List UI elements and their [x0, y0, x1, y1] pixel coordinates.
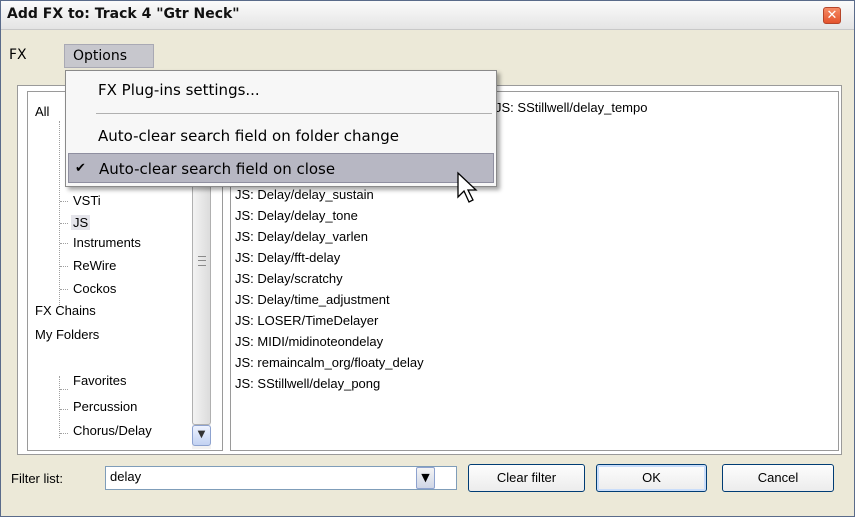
list-item[interactable]: JS: LOSER/TimeDelayer [235, 313, 378, 328]
tree-branch [60, 201, 68, 202]
tree-branch [60, 433, 68, 434]
filter-input[interactable]: delay [105, 466, 457, 490]
menu-item-autoclear-on-close[interactable]: ✔ Auto-clear search field on close [68, 153, 494, 183]
menu-item-label: Auto-clear search field on close [99, 160, 336, 178]
menu-item-label: Auto-clear search field on folder change [98, 127, 399, 145]
tree-item-instruments[interactable]: Instruments [73, 235, 141, 250]
scroll-down-button[interactable]: ▼ [192, 425, 211, 446]
chevron-down-icon: ▼ [197, 429, 206, 440]
tree-item-cockos[interactable]: Cockos [73, 281, 116, 296]
tree-item-vsti[interactable]: VSTi [73, 193, 101, 208]
list-item[interactable]: JS: Delay/delay_tone [235, 208, 358, 223]
tree-item-favorites[interactable]: Favorites [73, 373, 126, 388]
scrollbar-grip-icon [198, 256, 206, 266]
list-item[interactable]: JS: Delay/delay_sustain [235, 187, 374, 202]
list-item[interactable]: JS: SStillwell/delay_pong [235, 376, 380, 391]
menu-options[interactable]: Options [64, 44, 154, 68]
menu-item-label: FX Plug-ins settings... [98, 81, 260, 99]
dialog-window: Add FX to: Track 4 "Gtr Neck" ✕ FX Optio… [0, 0, 855, 517]
tree-item-fx-chains[interactable]: FX Chains [35, 303, 96, 318]
tree-item-all[interactable]: All [35, 104, 49, 119]
tree-item-rewire[interactable]: ReWire [73, 258, 116, 273]
filter-dropdown-button[interactable]: ▼ [416, 467, 435, 489]
menu-item-fx-plugin-settings[interactable]: FX Plug-ins settings... [68, 75, 494, 105]
menu-item-autoclear-folder-change[interactable]: Auto-clear search field on folder change [68, 121, 494, 151]
tree-item-chorus-delay[interactable]: Chorus/Delay [73, 423, 152, 438]
list-item[interactable]: JS: Delay/time_adjustment [235, 292, 390, 307]
tree-connector [59, 376, 60, 438]
menu-separator [96, 113, 492, 114]
list-item[interactable]: JS: Delay/scratchy [235, 271, 343, 286]
tree-branch [60, 409, 68, 410]
list-item[interactable]: JS: Delay/fft-delay [235, 250, 340, 265]
tree-item-my-folders[interactable]: My Folders [35, 327, 99, 342]
list-item[interactable]: JS: remaincalm_org/floaty_delay [235, 355, 424, 370]
ok-button[interactable]: OK [596, 464, 707, 492]
tree-branch [60, 389, 68, 390]
tree-connector [59, 121, 60, 307]
chevron-down-icon: ▼ [421, 471, 430, 484]
tree-branch [60, 289, 68, 290]
cancel-button[interactable]: Cancel [722, 464, 834, 492]
mouse-cursor-icon [457, 171, 478, 203]
list-item[interactable]: JS: SStillwell/delay_tempo [495, 100, 647, 115]
title-bar: Add FX to: Track 4 "Gtr Neck" ✕ [1, 1, 854, 30]
close-button[interactable]: ✕ [823, 7, 841, 24]
window-title: Add FX to: Track 4 "Gtr Neck" [7, 6, 240, 22]
list-item[interactable]: JS: MIDI/midinoteondelay [235, 334, 383, 349]
menu-fx[interactable]: FX [1, 44, 35, 66]
close-icon: ✕ [826, 8, 838, 23]
tree-item-js[interactable]: JS [71, 215, 91, 230]
options-dropdown-menu: FX Plug-ins settings... Auto-clear searc… [65, 70, 497, 187]
checkmark-icon: ✔ [75, 161, 86, 176]
tree-branch [60, 243, 68, 244]
clear-filter-button[interactable]: Clear filter [468, 464, 585, 492]
list-item[interactable]: JS: Delay/delay_varlen [235, 229, 368, 244]
filter-label: Filter list: [11, 471, 63, 486]
tree-branch [60, 266, 68, 267]
menu-bar: FX Options [1, 41, 854, 68]
tree-item-percussion[interactable]: Percussion [73, 399, 137, 414]
tree-branch [60, 223, 68, 224]
